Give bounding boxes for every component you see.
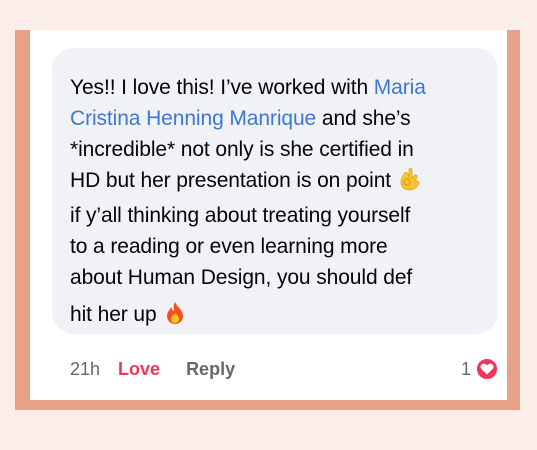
fire-emoji-icon: [164, 301, 186, 334]
comment-bubble: Yes!! I love this! I’ve worked with Mari…: [52, 48, 498, 334]
timestamp[interactable]: 21h: [70, 359, 100, 380]
comment-line-3: *incredible* not only is she certified i…: [70, 138, 414, 161]
comment-line-8: hit her up: [70, 299, 480, 334]
reply-button[interactable]: Reply: [186, 359, 235, 380]
comment-line-4: HD but her presentation is on point: [70, 165, 480, 200]
comment-text: hit her up: [70, 303, 157, 326]
comment-line-7: about Human Design, you should def: [70, 266, 413, 289]
reaction-summary[interactable]: 1: [461, 357, 499, 381]
comment-line-5: if y’all thinking about treating yoursel…: [70, 204, 411, 227]
comment-text: and she’s: [316, 107, 411, 130]
reaction-count: 1: [460, 358, 471, 379]
comment-actions: 21h Love Reply: [70, 359, 235, 380]
mention-link[interactable]: Maria: [374, 76, 426, 99]
comment-text: HD but her presentation is on point: [70, 169, 392, 192]
comment-card: Yes!! I love this! I’ve worked with Mari…: [30, 30, 507, 400]
comment-text: Yes!! I love this! I’ve worked with: [70, 76, 374, 99]
ok-hand-emoji-icon: [399, 167, 421, 200]
heart-icon: [475, 357, 499, 381]
comment-line-2: Cristina Henning Manrique and she’s: [70, 103, 480, 134]
love-reaction-button[interactable]: Love: [118, 359, 160, 380]
comment-line-1: Yes!! I love this! I’ve worked with Mari…: [70, 72, 480, 103]
mention-link-continued[interactable]: Cristina Henning Manrique: [70, 107, 316, 130]
comment-line-6: to a reading or even learning more: [70, 235, 388, 258]
